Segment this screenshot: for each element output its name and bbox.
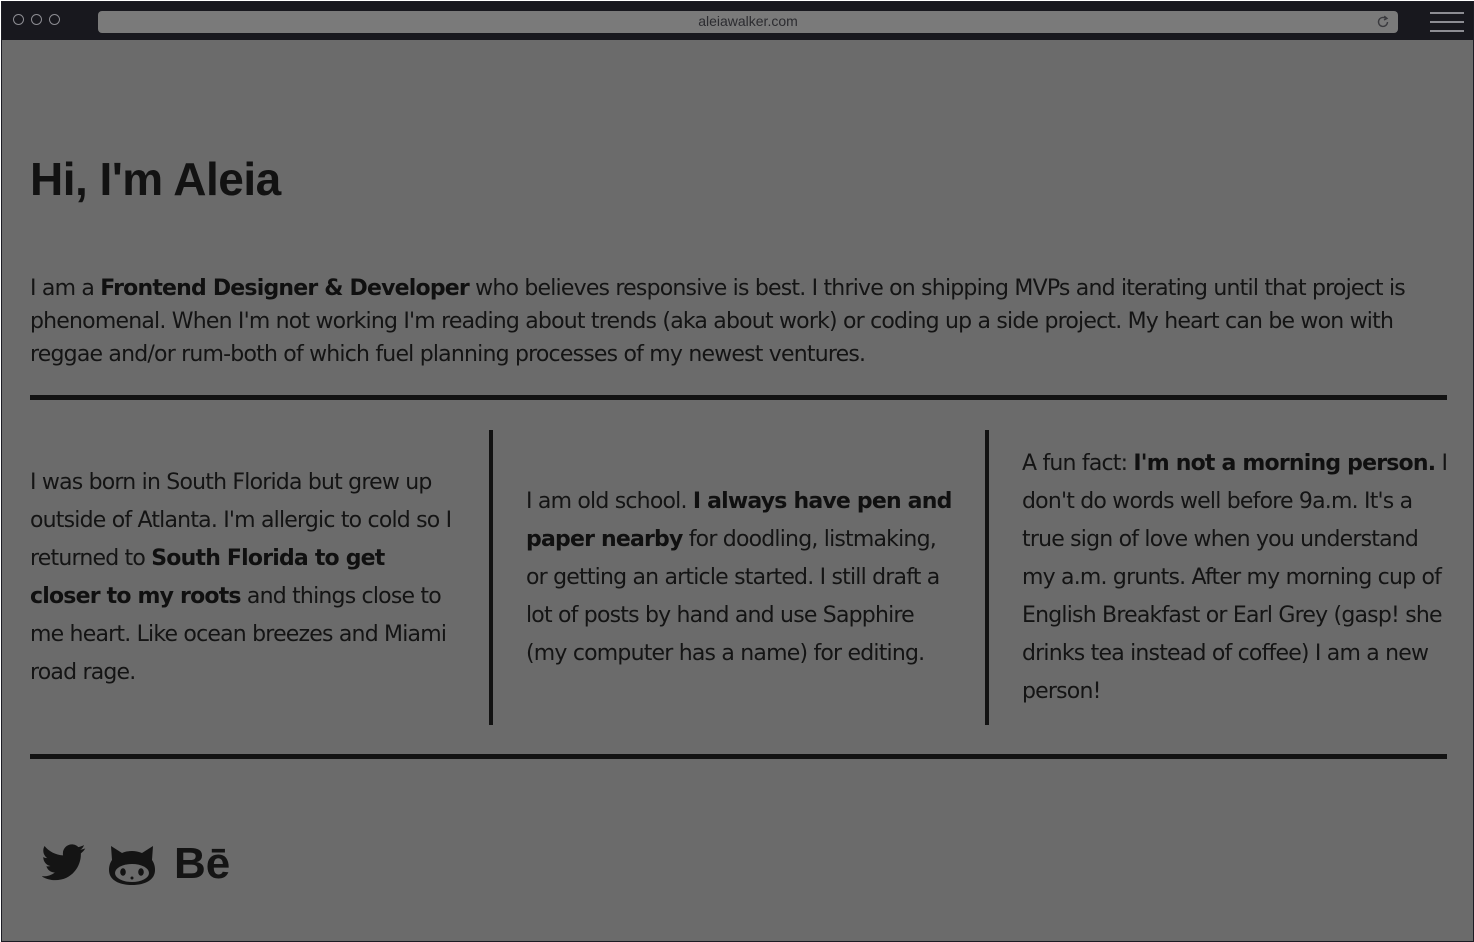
- menu-bar-icon: [1430, 12, 1464, 14]
- svg-text:Bē: Bē: [174, 839, 230, 886]
- menu-bar-icon: [1430, 30, 1464, 32]
- column-divider: [489, 430, 493, 725]
- intro-paragraph: I am a Frontend Designer & Developer who…: [30, 272, 1450, 371]
- page-title: Hi, I'm Aleia: [30, 153, 281, 205]
- reload-icon[interactable]: [1376, 15, 1390, 29]
- about-column-old-school: I am old school. I always have pen and p…: [526, 483, 956, 673]
- column-highlight: I'm not a morning person.: [1133, 451, 1436, 476]
- browser-window: aleiawalker.com Hi, I'm Aleia I am a Fro…: [1, 1, 1474, 942]
- about-column-fun-fact: A fun fact: I'm not a morning person. I …: [1022, 445, 1452, 711]
- column-text: I don't do words well before 9a.m. It's …: [1022, 451, 1448, 704]
- menu-button[interactable]: [1430, 11, 1464, 33]
- top-divider: [30, 395, 1447, 400]
- about-column-origin: I was born in South Florida but grew up …: [30, 464, 460, 692]
- address-bar[interactable]: aleiawalker.com: [98, 11, 1398, 33]
- column-text: I am old school.: [526, 489, 693, 514]
- close-window-button[interactable]: [13, 14, 24, 25]
- page-content: Hi, I'm Aleia I am a Frontend Designer &…: [2, 40, 1473, 941]
- twitter-link[interactable]: [41, 840, 86, 888]
- address-bar-url: aleiawalker.com: [698, 13, 798, 29]
- column-text: A fun fact:: [1022, 451, 1134, 476]
- minimize-window-button[interactable]: [31, 14, 42, 25]
- intro-highlight: Frontend Designer & Developer: [100, 276, 469, 301]
- menu-bar-icon: [1430, 21, 1464, 23]
- maximize-window-button[interactable]: [49, 14, 60, 25]
- github-link[interactable]: [108, 844, 156, 890]
- behance-link[interactable]: Bē: [174, 838, 238, 890]
- browser-toolbar: aleiawalker.com: [2, 2, 1473, 40]
- github-icon: [109, 846, 155, 885]
- column-divider: [985, 430, 989, 725]
- behance-icon: Bē: [174, 839, 230, 888]
- twitter-icon: [41, 844, 86, 881]
- intro-text: I am a: [30, 276, 101, 301]
- bottom-divider: [30, 754, 1447, 759]
